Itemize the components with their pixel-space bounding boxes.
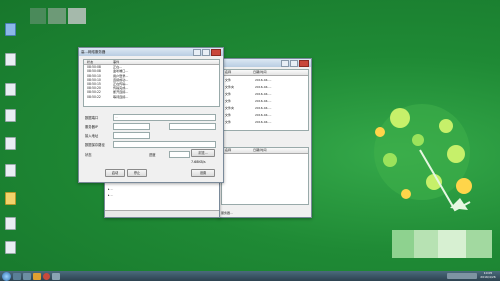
leaf-decoration-icon (374, 104, 472, 212)
speed-value: 7.68KB/s (191, 160, 206, 164)
progress-label: 进度 (149, 153, 156, 157)
server-taskbar-icon[interactable] (52, 272, 60, 280)
port-label: 数据端口 (85, 116, 99, 120)
log-header-status[interactable]: 状态 (84, 60, 113, 64)
mosaic-block (30, 8, 46, 24)
lower-table-header: 名称 日期/时间 (222, 148, 308, 154)
tree-item[interactable]: ▸ ... (108, 187, 113, 191)
log-header-event[interactable]: 事件 (113, 60, 219, 64)
folder-icon[interactable] (3, 191, 17, 205)
table-cell[interactable]: 文件 (225, 113, 231, 117)
client-titlebar[interactable] (219, 59, 311, 67)
client-window[interactable]: 名称 日期/时间 文件 2016-04-... 文件夹 2016-04-... … (218, 58, 312, 218)
client-statusbar: 服务器... (221, 211, 233, 215)
app-taskbar-icon[interactable] (23, 272, 31, 280)
log-row[interactable]: 08:50:22 等待连接... (84, 95, 219, 99)
media-taskbar-icon[interactable] (43, 272, 50, 280)
clock-date: 2016/4/26 (480, 275, 496, 279)
computer-icon[interactable] (3, 22, 17, 36)
table-cell[interactable]: 文件夹 (225, 106, 234, 110)
start-button[interactable]: 启动 (105, 169, 125, 177)
document-icon[interactable] (3, 82, 17, 96)
close-button[interactable] (211, 48, 221, 56)
progress-field (169, 151, 190, 158)
maximize-button[interactable] (202, 48, 210, 56)
port-field[interactable]: ... (113, 114, 216, 121)
table-cell[interactable]: 文件夹 (225, 85, 234, 89)
mosaic-block (466, 230, 492, 258)
document-icon[interactable] (3, 216, 17, 230)
column-header-date[interactable]: 日期/时间 (253, 148, 308, 153)
server-title: 高...网络服务器 (81, 49, 106, 54)
stop-button[interactable]: 停止 (127, 169, 147, 177)
column-header-date[interactable]: 日期/时间 (253, 70, 308, 75)
start-button-icon[interactable] (2, 271, 11, 281)
client-file-table[interactable]: 名称 日期/时间 文件 2016-04-... 文件夹 2016-04-... … (221, 69, 309, 131)
table-cell: 2016-04-... (255, 85, 272, 89)
table-cell[interactable]: 文件 (225, 78, 231, 82)
tray-icons[interactable] (447, 273, 477, 279)
column-header-name[interactable]: 名称 (222, 148, 253, 153)
document-icon[interactable] (3, 163, 17, 177)
mosaic-block (414, 230, 438, 258)
ip-field-secondary[interactable] (169, 123, 216, 130)
server-ip-label: 服务器IP (85, 125, 98, 129)
maximize-button[interactable] (290, 59, 298, 67)
clock[interactable]: 10:05 2016/4/26 (479, 272, 497, 279)
log-time: 08:50:22 (87, 94, 101, 99)
table-cell: 2016-04-... (255, 120, 272, 124)
tree-item[interactable]: ▸ ... (108, 193, 113, 197)
table-cell: 2016-04-... (255, 78, 272, 82)
save-path-label: 数据保存路径 (85, 143, 105, 147)
document-icon[interactable] (3, 136, 17, 150)
server-titlebar[interactable]: 高...网络服务器 (79, 48, 223, 56)
client-table-header: 名称 日期/时间 (222, 70, 308, 76)
server-window[interactable]: 高...网络服务器 状态 事件 08:50:08 正在... 08:50:08 监听… (78, 47, 224, 183)
table-cell[interactable]: 文件 (225, 120, 231, 124)
close-button[interactable] (299, 59, 309, 67)
settings-button[interactable]: 设置 (191, 169, 215, 177)
table-cell: 2016-04-... (255, 92, 272, 96)
event-log[interactable]: 状态 事件 08:50:08 正在... 08:50:08 监听端口... 08:5… (83, 59, 220, 107)
document-icon[interactable] (3, 108, 17, 122)
client-lower-table[interactable]: 名称 日期/时间 (221, 147, 309, 205)
table-cell: 2016-04-... (255, 106, 272, 110)
access-address-label: 接入地址 (85, 134, 99, 138)
taskbar: 10:05 2016/4/26 (0, 271, 500, 281)
access-address-field[interactable] (113, 132, 150, 139)
mosaic-block (438, 230, 466, 258)
table-cell[interactable]: 文件 (225, 99, 231, 103)
mosaic-block (68, 8, 86, 24)
server-ip-field[interactable] (113, 123, 150, 130)
table-cell: 2016-04-... (255, 99, 272, 103)
save-path-field[interactable] (113, 141, 216, 148)
table-cell: 2016-04-... (255, 113, 272, 117)
log-message: 等待连接... (113, 94, 129, 99)
document-icon[interactable] (3, 240, 17, 254)
mosaic-block (392, 230, 414, 258)
minimize-button[interactable] (281, 59, 289, 67)
explorer-panel[interactable]: ▸ ... ▸ ... (104, 182, 220, 218)
table-cell[interactable]: 文件 (225, 92, 231, 96)
explorer-taskbar-icon[interactable] (13, 272, 21, 280)
folder-taskbar-icon[interactable] (33, 272, 41, 280)
document-icon[interactable] (3, 52, 17, 66)
minimize-button[interactable] (193, 48, 201, 56)
column-header-name[interactable]: 名称 (222, 70, 253, 75)
status-label: 状态 (85, 153, 92, 157)
mosaic-block (48, 8, 66, 24)
explorer-statusbar (105, 210, 219, 217)
browse-button[interactable]: 浏览... (191, 149, 215, 157)
